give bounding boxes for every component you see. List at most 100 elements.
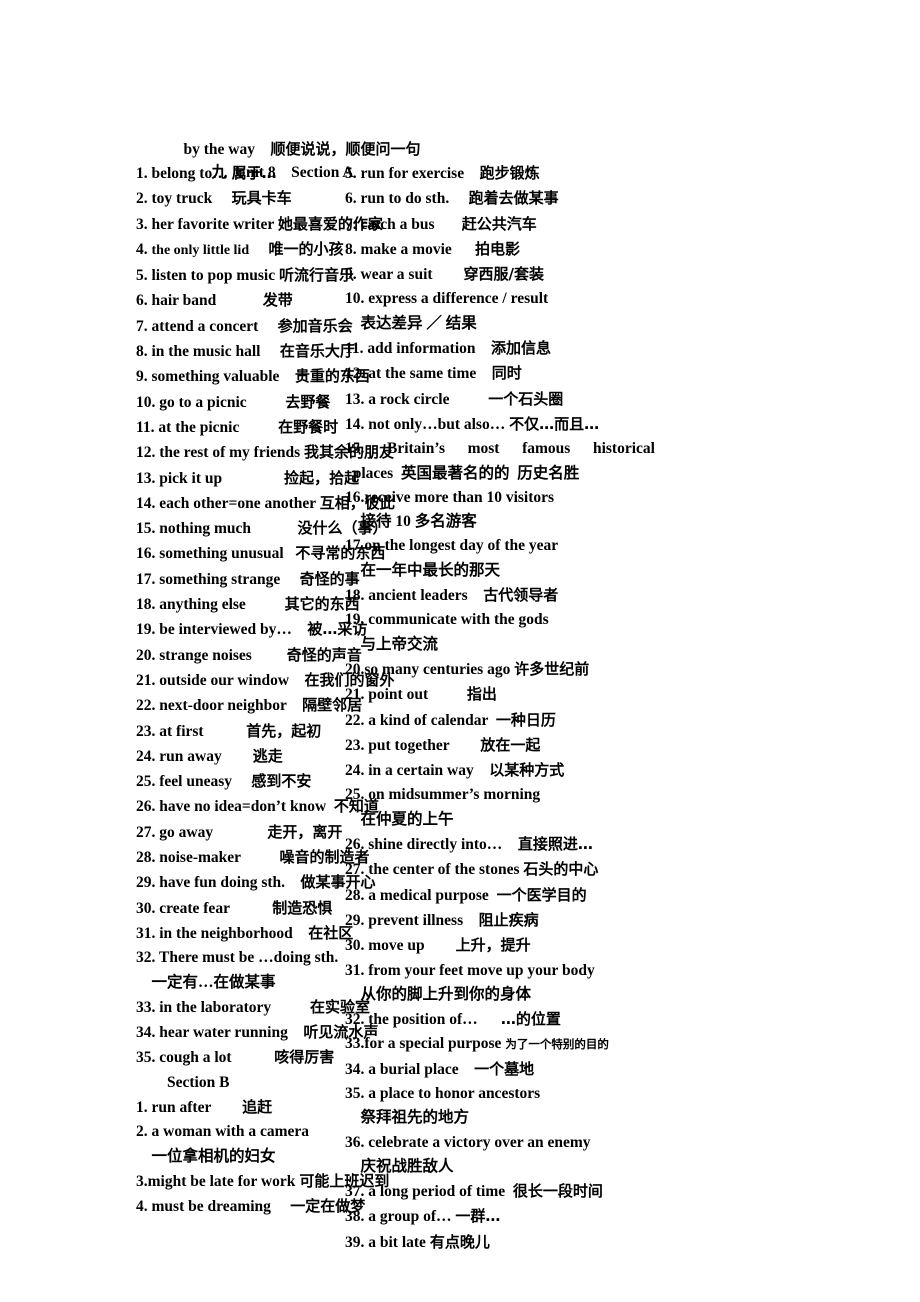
vocab-entry: 24. run away 逃走: [136, 744, 345, 769]
entry-english: at the picnic: [158, 418, 240, 436]
entry-english: for a special purpose: [364, 1035, 502, 1053]
vocab-entry: 8. in the music hall 在音乐大厅: [136, 339, 355, 364]
entry-english: next-door neighbor: [159, 697, 287, 715]
entry-number: 39.: [345, 1233, 369, 1251]
entry-number: 18.: [345, 587, 369, 605]
entry-number: 27.: [136, 823, 160, 841]
entry-number: 29.: [136, 874, 160, 892]
entry-number: 27.: [345, 861, 369, 879]
entry-gap: [288, 1024, 304, 1041]
entry-english: catch a bus: [360, 215, 435, 233]
entry-english: listen to pop music: [151, 267, 276, 285]
vocab-entry: 7. catch a bus 赶公共汽车: [345, 212, 800, 237]
continuation-indent: [345, 562, 361, 579]
entry-number: 29.: [345, 911, 369, 929]
vocab-entry: 27. go away 走开，离开: [136, 820, 345, 845]
entry-english: communicate with the gods: [368, 611, 549, 629]
entry-number: 9.: [345, 266, 361, 284]
vocab-entry: 26. have no idea=don’t know 不知道: [136, 794, 379, 819]
entry-gap: [502, 836, 518, 853]
entry-chinese-continued: 庆祝战胜敌人: [360, 1157, 454, 1175]
entry-number: 16.: [345, 488, 365, 506]
entry-chinese: 同时: [491, 364, 522, 383]
entry-chinese: 逃走: [252, 746, 283, 765]
vocab-entry: 39. a bit late 有点晚儿: [345, 1230, 800, 1255]
entry-chinese-continued: 祭拜祖先的地方: [360, 1109, 470, 1127]
entry-number: 30.: [345, 937, 369, 955]
entry-chinese: 阻止疾病: [478, 910, 539, 929]
entry-english: go to a picnic: [159, 393, 247, 411]
entry-gap: [449, 190, 468, 207]
entry-number: 2.: [136, 1123, 152, 1141]
entry-number: 19.: [345, 611, 369, 629]
entry-english: a place to honor ancestors: [368, 1084, 541, 1102]
entry-chinese: 走开，离开: [267, 822, 343, 841]
entry-chinese-continued: 一定有…在做某事: [151, 973, 276, 991]
entry-gap: [428, 686, 467, 703]
entry-number: 20.: [136, 646, 160, 664]
continuation-indent: [345, 1109, 361, 1126]
entry-chinese: 去野餐: [285, 392, 331, 411]
entry-number: 4.: [136, 240, 152, 258]
entry-english: on the longest day of the year: [364, 537, 559, 555]
vocab-entry: 9. something valuable 贵重的东西: [136, 364, 370, 389]
vocab-entry: 1. belong to… 属于…: [136, 161, 345, 186]
two-column-body: 1. belong to… 属于… 2. toy truck 玩具卡车 3. her…: [0, 161, 920, 1255]
entry-english: the only little lid: [151, 242, 250, 258]
entry-chinese: 追赶: [242, 1097, 273, 1116]
vocab-entry: 2. a woman with a camera: [136, 1120, 345, 1144]
entry-english: hear water running: [159, 1024, 288, 1042]
entry-english: in a certain way: [368, 762, 474, 780]
entry-english: nothing much: [159, 520, 251, 538]
entry-number: 18.: [136, 596, 160, 614]
vocab-entry: 20. strange noises 奇怪的声音: [136, 643, 362, 668]
entry-gap: [468, 587, 484, 604]
entry-english: express a difference / result: [368, 290, 549, 308]
entry-english: There must be …doing sth.: [158, 949, 339, 967]
entry-english: in the neighborhood: [159, 924, 293, 942]
entry-number: 3.: [136, 1172, 148, 1190]
entry-number: 24.: [136, 747, 160, 765]
vocab-entry: 4. must be dreaming 一定在做梦: [136, 1194, 365, 1219]
entry-number: 35.: [136, 1049, 160, 1067]
entry-number: 23.: [345, 736, 369, 754]
entry-english: something valuable: [151, 368, 280, 386]
vocab-entry: 19. be interviewed by… 被…采访: [136, 617, 367, 642]
entry-english: run after: [151, 1098, 212, 1116]
entry-gap: [464, 165, 480, 182]
entry-gap: [232, 773, 251, 790]
vocab-entry: 33. in the laboratory 在实验室: [136, 995, 370, 1020]
vocab-entry: 2. toy truck 玩具卡车: [136, 186, 345, 211]
document-page: by the way 顺便说说，顺便问一句 九 Unit 8 Section A…: [0, 0, 920, 1302]
entry-number: 25.: [345, 786, 369, 804]
entry-gap: [449, 737, 480, 754]
entry-english: attend a concert: [151, 317, 259, 335]
entry-number: 8.: [345, 240, 361, 258]
vocab-entry-continuation: places 英国最著名的的 历史名胜: [345, 462, 800, 486]
entry-english: from your feet move up your body: [368, 961, 595, 979]
vocab-entry: 31. from your feet move up your body: [345, 959, 800, 983]
entry-english: outside our window: [159, 671, 290, 689]
entry-number: 12.: [345, 365, 369, 383]
entry-number: 17.: [345, 537, 365, 555]
entry-english: strange noises: [159, 646, 252, 664]
entry-number: 13.: [136, 469, 160, 487]
entry-gap: [204, 723, 247, 740]
entry-number: 7.: [136, 317, 152, 335]
entry-english: a medical purpose: [368, 886, 489, 904]
entry-number: 3.: [136, 215, 152, 233]
vocab-entry: 31. in the neighborhood 在社区: [136, 921, 353, 946]
entry-english: might be late for work: [147, 1172, 296, 1190]
entry-english: so many centuries ago: [364, 660, 511, 678]
entry-number: 24.: [345, 762, 369, 780]
entry-number: 38.: [345, 1208, 369, 1226]
entry-english: have no idea=don’t know: [159, 798, 327, 816]
continuation-indent: [345, 986, 361, 1003]
entry-number: 12.: [136, 444, 160, 462]
vocab-entry: 19. communicate with the gods: [345, 608, 800, 632]
entry-english: celebrate a victory over an enemy: [368, 1133, 591, 1151]
entry-chinese: 一群…: [455, 1207, 501, 1226]
vocab-entry: 12. at the same time 同时: [345, 361, 800, 386]
entry-chinese: 为了一个特别的目的: [505, 1037, 609, 1052]
vocab-entry: 18. anything else 其它的东西: [136, 592, 360, 617]
